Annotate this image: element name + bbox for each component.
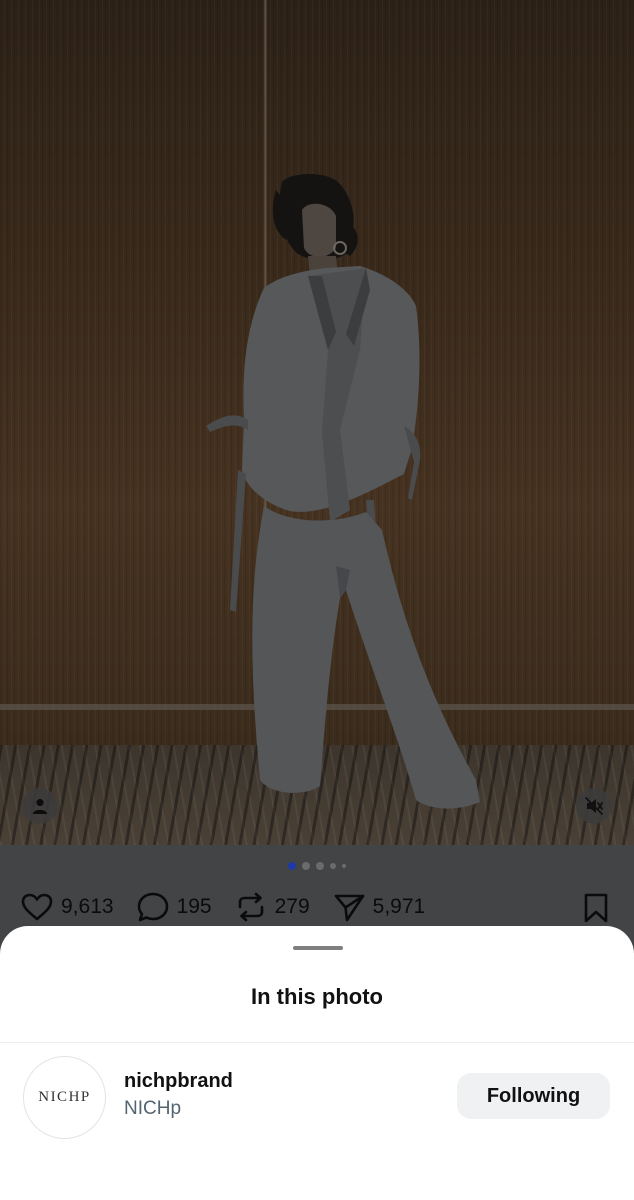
carousel-dot bbox=[302, 862, 310, 870]
post-photo[interactable] bbox=[0, 0, 634, 845]
reply-icon bbox=[137, 892, 168, 922]
share-count: 5,971 bbox=[372, 895, 426, 918]
following-button[interactable]: Following bbox=[457, 1073, 610, 1119]
sheet-divider bbox=[0, 1042, 634, 1043]
carousel-dot bbox=[330, 863, 336, 869]
carousel-indicator bbox=[0, 862, 634, 870]
like-count: 9,613 bbox=[61, 895, 114, 918]
like-button[interactable]: 9,613 bbox=[20, 892, 114, 922]
carousel-dot bbox=[342, 864, 346, 868]
carousel-dot-active bbox=[288, 862, 296, 870]
sheet-grabber-handle[interactable] bbox=[293, 946, 343, 950]
tag-people-button[interactable] bbox=[22, 788, 58, 824]
carousel-dot bbox=[316, 862, 324, 870]
person-figure bbox=[206, 174, 480, 809]
brand-logo-text: NICHP bbox=[38, 1089, 91, 1105]
person-icon bbox=[33, 798, 47, 814]
person-handle[interactable]: nichpbrand bbox=[124, 1070, 233, 1093]
sound-toggle-button[interactable] bbox=[576, 788, 612, 824]
share-button[interactable]: 5,971 bbox=[332, 891, 426, 923]
share-icon bbox=[334, 894, 364, 922]
mute-icon bbox=[585, 797, 603, 815]
person-display-name: NICHp bbox=[124, 1098, 182, 1119]
reply-button[interactable]: 195 bbox=[136, 891, 212, 923]
post-actions-bar: 9,613 195 279 5,971 bbox=[20, 888, 614, 926]
bookmark-icon bbox=[584, 893, 608, 923]
in-this-photo-sheet: In this photo NICHP nichpbrand NICHp Fol… bbox=[0, 926, 634, 1200]
tagged-person-row[interactable]: NICHP nichpbrand NICHp Following bbox=[0, 1054, 634, 1140]
heart-icon bbox=[21, 893, 53, 921]
avatar[interactable]: NICHP bbox=[23, 1056, 106, 1139]
sheet-title: In this photo bbox=[251, 984, 383, 1009]
repost-icon bbox=[238, 892, 263, 922]
bookmark-button[interactable] bbox=[582, 892, 610, 929]
reply-count: 195 bbox=[176, 895, 212, 918]
repost-count: 279 bbox=[274, 895, 310, 918]
repost-button[interactable]: 279 bbox=[234, 891, 310, 923]
